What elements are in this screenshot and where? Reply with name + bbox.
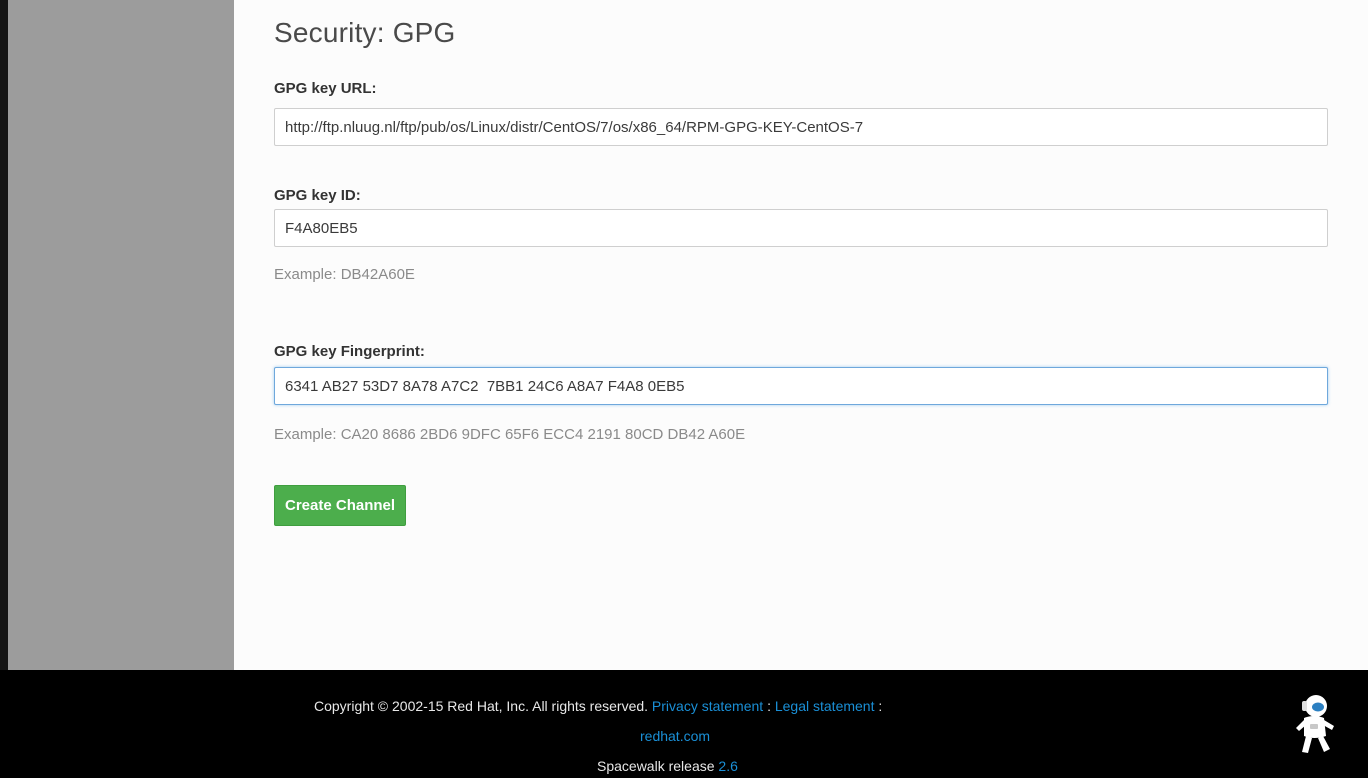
privacy-statement-link[interactable]: Privacy statement	[652, 698, 763, 714]
footer-separator: :	[878, 698, 883, 714]
sidebar	[8, 0, 234, 670]
gpg-key-id-input[interactable]	[274, 209, 1328, 247]
window-left-edge	[0, 0, 8, 670]
page: Security: GPG GPG key URL: GPG key ID: E…	[0, 0, 1368, 778]
legal-statement-link[interactable]: Legal statement	[775, 698, 875, 714]
release-label: Spacewalk release	[597, 758, 715, 774]
create-channel-button[interactable]: Create Channel	[274, 485, 407, 526]
copyright-text: Copyright © 2002-15 Red Hat, Inc. All ri…	[314, 698, 649, 714]
section-title: Security: GPG	[274, 17, 456, 48]
spacewalk-astronaut-icon	[1296, 695, 1334, 753]
main-content: Security: GPG GPG key URL: GPG key ID: E…	[234, 0, 1368, 670]
gpg-key-id-label: GPG key ID:	[274, 187, 361, 204]
gpg-key-fingerprint-example: Example: CA20 8686 2BD6 9DFC 65F6 ECC4 2…	[274, 426, 746, 443]
gpg-key-url-input[interactable]	[274, 108, 1328, 146]
release-version-link[interactable]: 2.6	[718, 758, 737, 774]
gpg-key-fingerprint-input[interactable]	[274, 367, 1328, 405]
footer-separator: :	[767, 698, 771, 714]
redhat-link[interactable]: redhat.com	[640, 728, 710, 744]
gpg-key-url-label: GPG key URL:	[274, 80, 377, 97]
footer: Copyright © 2002-15 Red Hat, Inc. All ri…	[0, 670, 1368, 778]
gpg-key-id-example: Example: DB42A60E	[274, 266, 415, 283]
gpg-key-fingerprint-label: GPG key Fingerprint:	[274, 343, 425, 360]
